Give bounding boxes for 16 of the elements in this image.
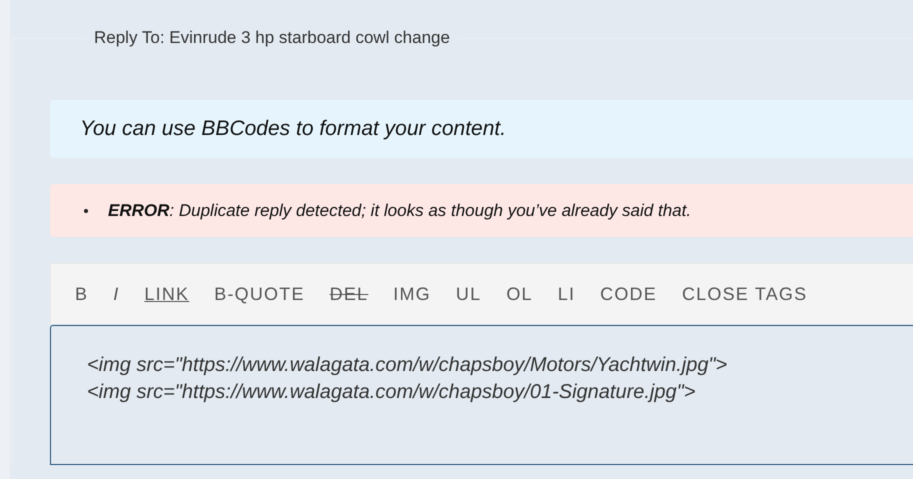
format-button[interactable]: DEL <box>320 284 378 305</box>
format-button[interactable]: I <box>103 284 130 305</box>
format-button[interactable]: B-QUOTE <box>204 284 315 305</box>
format-button[interactable]: UL <box>446 284 492 305</box>
format-button[interactable]: IMG <box>383 284 441 305</box>
format-button[interactable]: CLOSE TAGS <box>672 284 818 305</box>
reply-text-area[interactable]: <img src="https://www.walagata.com/w/chapsboy/Motors/Yachtwin.jpg"> <img src="https://www.walagata.com/w/chapsboy/01-Signature.jpg"> <box>50 325 913 465</box>
format-button[interactable]: B <box>65 284 98 305</box>
format-button[interactable]: LI <box>548 284 586 305</box>
bullet-icon <box>84 209 88 213</box>
form-legend: Reply To: Evinrude 3 hp starboard cowl change <box>86 28 458 48</box>
format-button[interactable]: LINK <box>134 284 200 305</box>
error-message: ERROR: Duplicate reply detected; it looks as though you’ve already said that. <box>108 201 692 221</box>
format-button[interactable]: OL <box>496 284 543 305</box>
info-notice: You can use BBCodes to format your content. <box>50 100 913 158</box>
format-button[interactable]: CODE <box>590 284 667 305</box>
